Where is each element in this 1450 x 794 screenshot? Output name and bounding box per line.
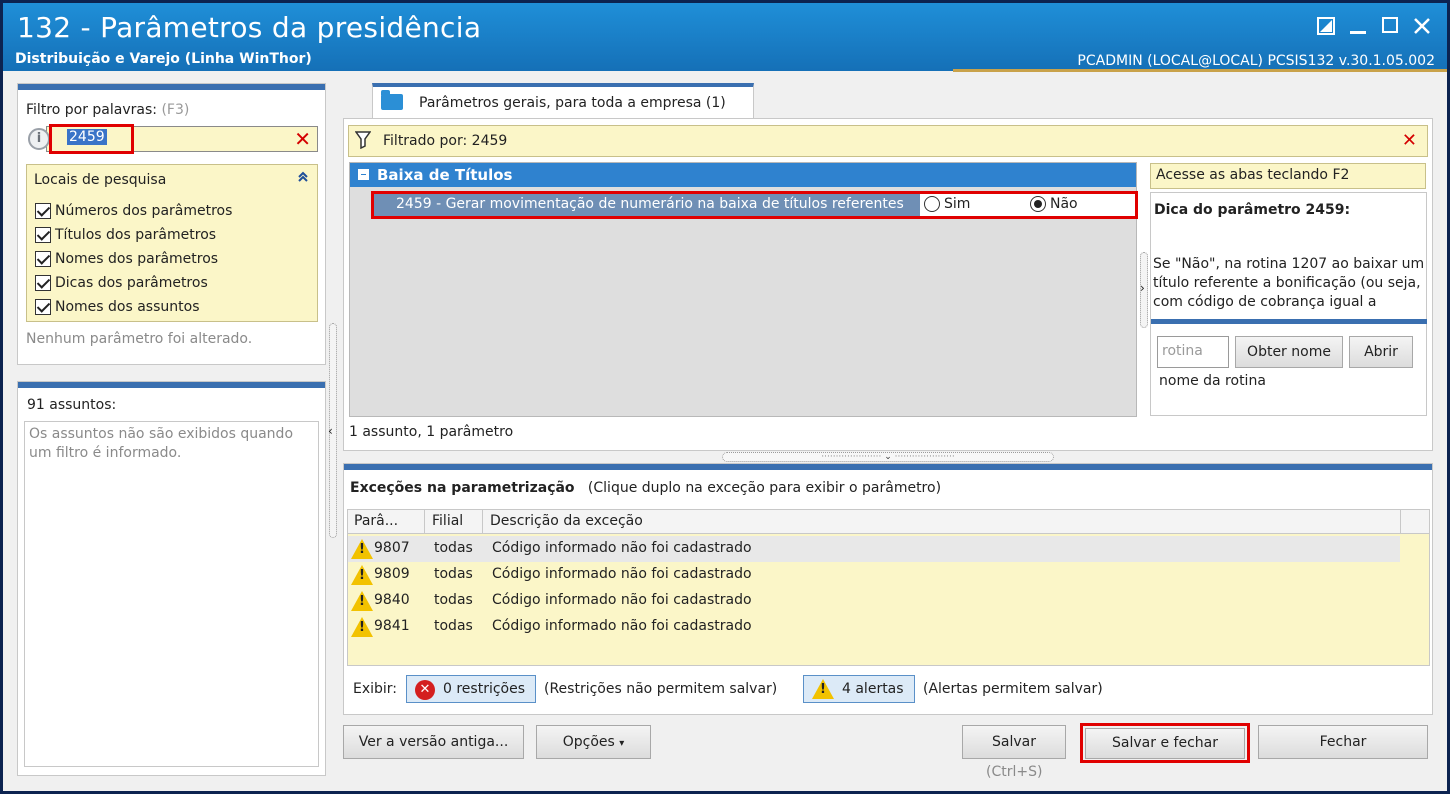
filter-label: Filtro por palavras: (F3) <box>26 102 190 118</box>
column-header[interactable]: Filial <box>432 513 463 529</box>
subjects-message: Os assuntos não são exibidos quando um f… <box>24 421 319 767</box>
restrictions-filter-button[interactable]: ✕ 0 restrições <box>406 675 536 703</box>
chevron-right-icon[interactable]: › <box>1140 281 1145 295</box>
save-shortcut-hint: (Ctrl+S) <box>986 764 1043 780</box>
alerts-filter-button[interactable]: 4 alertas <box>803 675 915 703</box>
open-button[interactable]: Abrir <box>1349 336 1413 368</box>
window-title: 132 - Parâmetros da presidência <box>17 11 482 44</box>
warning-icon <box>351 591 373 611</box>
restrictions-note: (Restrições não permitem salvar) <box>544 681 778 697</box>
dropdown-arrow-icon: ▾ <box>619 738 625 749</box>
exceptions-hint: (Clique duplo na exceção para exibir o p… <box>587 480 942 496</box>
collapse-icon[interactable] <box>297 171 309 187</box>
column-header[interactable]: Descrição da exceção <box>490 513 643 529</box>
search-location-item[interactable]: Números dos parâmetros <box>35 199 232 223</box>
highlight-save-close <box>1080 723 1250 763</box>
filtered-by-bar: Filtrado por: 2459 ✕ <box>348 125 1428 157</box>
tip-text: Se "Não", na rotina 1207 ao baixar um tí… <box>1153 256 1425 310</box>
exception-row[interactable]: 9807 todas Código informado não foi cada… <box>348 536 1400 562</box>
filtered-by-text: Filtrado por: 2459 <box>383 133 508 149</box>
maximize-icon[interactable] <box>1377 13 1403 39</box>
restore-icon[interactable] <box>1313 13 1339 39</box>
search-location-item[interactable]: Nomes dos assuntos <box>35 295 200 319</box>
chevron-left-icon[interactable]: ‹ <box>328 424 333 438</box>
title-bar: 132 - Parâmetros da presidência Distribu… <box>3 3 1447 72</box>
exceptions-panel: Exceções na parametrização (Clique duplo… <box>343 463 1433 715</box>
tip-title: Dica do parâmetro 2459: <box>1154 202 1351 218</box>
show-label: Exibir: <box>353 681 398 697</box>
filter-shortcut: (F3) <box>161 102 190 118</box>
chevron-down-icon[interactable]: ⌄ <box>884 452 892 462</box>
warning-icon <box>351 617 373 637</box>
exceptions-table: Parâ... Filial Descrição da exceção 9807… <box>347 509 1430 666</box>
old-version-button[interactable]: Ver a versão antiga... <box>343 725 524 759</box>
error-icon: ✕ <box>415 680 435 700</box>
funnel-icon <box>355 131 371 149</box>
get-name-button[interactable]: Obter nome <box>1235 336 1343 368</box>
search-location-item[interactable]: Nomes dos parâmetros <box>35 247 218 271</box>
exception-row[interactable]: 9841 todas Código informado não foi cada… <box>348 614 1400 640</box>
checkbox-icon[interactable] <box>35 251 51 267</box>
checkbox-icon[interactable] <box>35 299 51 315</box>
exception-row[interactable]: 9809 todas Código informado não foi cada… <box>348 562 1400 588</box>
clear-filter-icon[interactable]: ✕ <box>294 127 311 151</box>
window-subtitle: Distribuição e Varejo (Linha WinThor) <box>15 51 312 67</box>
group-title: Baixa de Títulos <box>377 166 513 184</box>
minimize-icon[interactable] <box>1345 13 1371 39</box>
checkbox-icon[interactable] <box>35 275 51 291</box>
tab-general-parameters[interactable]: Parâmetros gerais, para toda a empresa (… <box>372 83 754 119</box>
save-button[interactable]: Salvar <box>962 725 1066 759</box>
warning-icon <box>351 565 373 585</box>
highlight-parameter-row <box>371 191 1138 219</box>
rotina-name-label: nome da rotina <box>1159 373 1266 389</box>
exception-row[interactable]: 9840 todas Código informado não foi cada… <box>348 588 1400 614</box>
title-accent-line <box>953 69 1447 72</box>
tips-panel: Dica do parâmetro 2459: Se "Não", na rot… <box>1150 192 1427 416</box>
group-header[interactable]: Baixa de Títulos <box>350 163 1136 187</box>
checkbox-icon[interactable] <box>35 203 51 219</box>
tabs-f2-hint: Acesse as abas teclando F2 <box>1150 163 1426 189</box>
checkbox-icon[interactable] <box>35 227 51 243</box>
exceptions-table-header: Parâ... Filial Descrição da exceção <box>348 510 1429 534</box>
search-locations-box: Locais de pesquisa Números dos parâmetro… <box>26 164 318 322</box>
collapse-group-icon[interactable] <box>358 169 369 180</box>
tab-label: Parâmetros gerais, para toda a empresa (… <box>419 95 726 111</box>
tip-divider <box>1151 319 1427 324</box>
options-button[interactable]: Opções ▾ <box>536 725 651 759</box>
folder-icon <box>381 90 403 110</box>
rotina-input[interactable]: rotina <box>1157 336 1229 368</box>
subjects-count: 91 assuntos: <box>27 397 117 413</box>
warning-icon <box>351 539 373 559</box>
search-info-icon[interactable]: i <box>28 128 50 150</box>
tips-splitter[interactable]: › <box>1140 252 1148 328</box>
search-location-item[interactable]: Títulos dos parâmetros <box>35 223 216 247</box>
search-locations-title[interactable]: Locais de pesquisa <box>34 172 166 188</box>
vertical-splitter[interactable]: ‹ <box>328 323 337 538</box>
horizontal-splitter[interactable]: ····················· ⌄ ················… <box>722 452 1054 462</box>
clear-filtered-icon[interactable]: ✕ <box>1402 130 1417 151</box>
highlight-filter-value <box>49 124 134 154</box>
close-button[interactable]: Fechar <box>1258 725 1428 759</box>
change-status: Nenhum parâmetro foi alterado. <box>26 331 253 347</box>
search-location-item[interactable]: Dicas dos parâmetros <box>35 271 208 295</box>
exceptions-title: Exceções na parametrização (Clique duplo… <box>350 480 942 496</box>
close-window-icon[interactable] <box>1409 13 1435 39</box>
subject-summary: 1 assunto, 1 parâmetro <box>349 424 514 440</box>
user-version-info: PCADMIN (LOCAL@LOCAL) PCSIS132 v.30.1.05… <box>1077 53 1435 69</box>
column-header[interactable]: Parâ... <box>354 513 398 529</box>
warning-icon <box>812 679 834 699</box>
alerts-note: (Alertas permitem salvar) <box>923 681 1103 697</box>
